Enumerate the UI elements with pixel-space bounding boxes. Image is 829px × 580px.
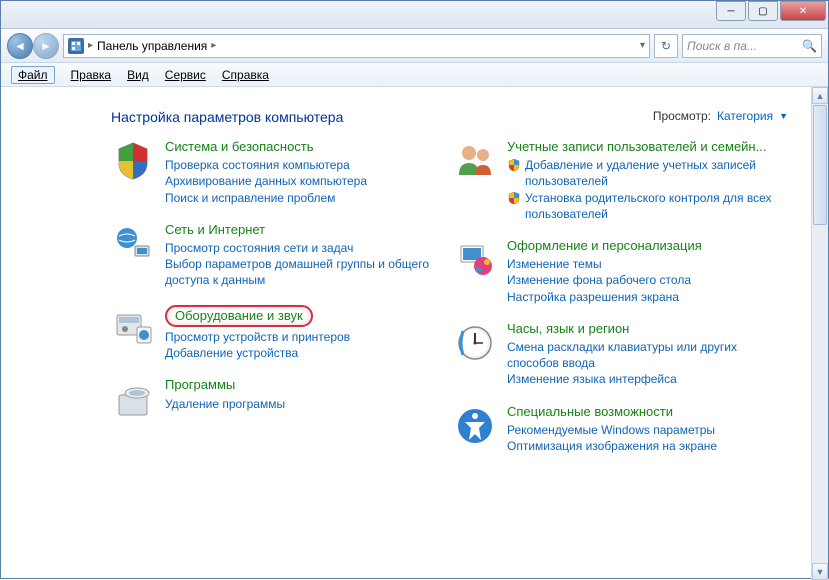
view-selector[interactable]: Просмотр: Категория ▼ xyxy=(653,109,788,123)
menu-edit[interactable]: Правка xyxy=(71,68,112,82)
content-area: Настройка параметров компьютера Просмотр… xyxy=(1,87,828,580)
category-title[interactable]: Сеть и Интернет xyxy=(165,222,439,238)
access-icon xyxy=(453,404,497,448)
menu-file[interactable]: Файл xyxy=(11,66,55,84)
chevron-down-icon: ▼ xyxy=(779,111,788,121)
category-item: Оборудование и звук Просмотр устройств и … xyxy=(111,305,439,362)
category-link[interactable]: Изменение темы xyxy=(507,256,781,272)
view-label: Просмотр: xyxy=(653,109,711,123)
category-item: Учетные записи пользователей и семейн...… xyxy=(453,139,781,222)
search-placeholder: Поиск в па... xyxy=(687,39,757,53)
category-link[interactable]: Просмотр устройств и принтеров xyxy=(165,329,439,345)
refresh-button[interactable]: ↻ xyxy=(654,34,678,58)
category-item: Сеть и Интернет Просмотр состояния сети и… xyxy=(111,222,439,289)
scroll-track[interactable] xyxy=(812,226,828,563)
category-link[interactable]: Проверка состояния компьютера xyxy=(165,157,439,173)
menu-view[interactable]: Вид xyxy=(127,68,149,82)
menu-help[interactable]: Справка xyxy=(222,68,269,82)
category-link[interactable]: Изменение языка интерфейса xyxy=(507,371,781,387)
navigation-bar: ◄ ► ▸ Панель управления ▸ ▾ ↻ Поиск в па… xyxy=(1,29,828,63)
hardware-icon xyxy=(111,305,155,349)
back-button[interactable]: ◄ xyxy=(7,33,33,59)
network-icon xyxy=(111,222,155,266)
minimize-button[interactable]: ─ xyxy=(716,1,746,21)
category-link[interactable]: Рекомендуемые Windows параметры xyxy=(507,422,781,438)
address-bar[interactable]: ▸ Панель управления ▸ ▾ xyxy=(63,34,650,58)
category-link[interactable]: Оптимизация изображения на экране xyxy=(507,438,781,454)
category-link[interactable]: Просмотр состояния сети и задач xyxy=(165,240,439,256)
category-item: Программы Удаление программы xyxy=(111,377,439,421)
close-button[interactable]: ✕ xyxy=(780,1,826,21)
category-link[interactable]: Добавление устройства xyxy=(165,345,439,361)
category-item: Оформление и персонализация Изменение тем… xyxy=(453,238,781,305)
category-link[interactable]: Добавление и удаление учетных записей по… xyxy=(507,157,781,189)
breadcrumb-separator-icon: ▸ xyxy=(88,40,93,51)
category-link[interactable]: Установка родительского контроля для все… xyxy=(507,190,781,222)
category-title[interactable]: Специальные возможности xyxy=(507,404,781,420)
category-link[interactable]: Выбор параметров домашней группы и общег… xyxy=(165,256,439,288)
category-title[interactable]: Учетные записи пользователей и семейн... xyxy=(507,139,781,155)
search-icon: 🔍 xyxy=(802,39,817,53)
category-title[interactable]: Система и безопасность xyxy=(165,139,439,155)
menu-bar: Файл Правка Вид Сервис Справка xyxy=(1,63,828,87)
category-link[interactable]: Поиск и исправление проблем xyxy=(165,190,439,206)
category-link[interactable]: Архивирование данных компьютера xyxy=(165,173,439,189)
scroll-down-button[interactable]: ▼ xyxy=(812,563,828,580)
control-panel-icon xyxy=(68,38,84,54)
title-bar: ─ ▢ ✕ xyxy=(1,1,828,29)
category-title[interactable]: Оформление и персонализация xyxy=(507,238,781,254)
category-link[interactable]: Изменение фона рабочего стола xyxy=(507,272,781,288)
category-link[interactable]: Настройка разрешения экрана xyxy=(507,289,781,305)
users-icon xyxy=(453,139,497,183)
category-item: Специальные возможности Рекомендуемые Win… xyxy=(453,404,781,455)
vertical-scrollbar[interactable]: ▲ ▼ xyxy=(811,87,828,580)
scroll-thumb[interactable] xyxy=(813,105,827,225)
right-column: Учетные записи пользователей и семейн...… xyxy=(453,139,781,454)
appearance-icon xyxy=(453,238,497,282)
left-column: Система и безопасность Проверка состояния… xyxy=(111,139,439,454)
system-icon xyxy=(111,139,155,183)
category-item: Часы, язык и регион Смена раскладки клави… xyxy=(453,321,781,388)
category-title[interactable]: Часы, язык и регион xyxy=(507,321,781,337)
category-title[interactable]: Программы xyxy=(165,377,439,393)
category-item: Система и безопасность Проверка состояния… xyxy=(111,139,439,206)
maximize-button[interactable]: ▢ xyxy=(748,1,778,21)
clock-icon xyxy=(453,321,497,365)
menu-tools[interactable]: Сервис xyxy=(165,68,206,82)
address-dropdown-icon[interactable]: ▾ xyxy=(640,40,645,51)
scroll-up-button[interactable]: ▲ xyxy=(812,87,828,104)
programs-icon xyxy=(111,377,155,421)
breadcrumb-separator-icon: ▸ xyxy=(211,40,216,51)
breadcrumb-item[interactable]: Панель управления xyxy=(97,39,207,53)
category-link[interactable]: Смена раскладки клавиатуры или других сп… xyxy=(507,339,781,371)
category-title[interactable]: Оборудование и звук xyxy=(165,305,313,327)
search-input[interactable]: Поиск в па... 🔍 xyxy=(682,34,822,58)
category-link[interactable]: Удаление программы xyxy=(165,396,439,412)
view-value[interactable]: Категория xyxy=(717,109,773,123)
forward-button[interactable]: ► xyxy=(33,33,59,59)
